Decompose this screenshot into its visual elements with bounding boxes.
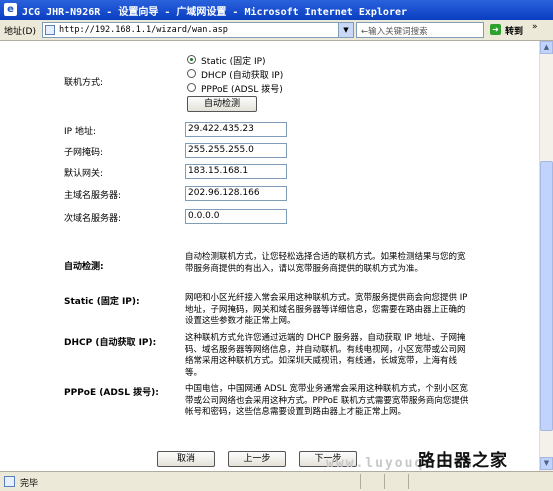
primary-dns-label: 主域名服务器: (64, 191, 122, 201)
title-bar: e JCG JHR-N926R - 设置向导 - 广域网设置 - Microso… (0, 0, 553, 20)
go-arrow-icon: ➜ (490, 24, 501, 35)
status-divider (384, 474, 385, 489)
page-done-icon (4, 476, 15, 487)
vertical-scrollbar[interactable]: ▲ ▼ (539, 41, 553, 471)
page-content: 联机方式: Static (固定 IP) DHCP (自动获取 IP) PPPo… (0, 41, 539, 471)
address-dropdown-icon[interactable]: ▼ (338, 23, 353, 37)
ip-address-label: IP 地址: (64, 127, 96, 137)
links-chevron-button[interactable]: » (532, 22, 550, 38)
help-title-pppoe: PPPoE (ADSL 拨号): (64, 388, 159, 398)
help-title-auto-detect: 自动检测: (64, 262, 104, 272)
page-icon (45, 25, 55, 35)
watermark-logo: 路由器之家 (418, 451, 508, 471)
ip-address-field[interactable]: 29.422.435.23 (185, 122, 287, 137)
subnet-mask-field[interactable]: 255.255.255.0 (185, 143, 287, 158)
search-input[interactable]: ←输入关键词搜索 (356, 22, 484, 38)
go-label: 转到 (505, 27, 524, 37)
ie-icon: e (4, 3, 17, 16)
default-gateway-label: 默认网关: (64, 169, 104, 179)
radio-dhcp-label: DHCP (自动获取 IP) (201, 71, 284, 81)
address-toolbar: 地址(D) http://192.168.1.1/wizard/wan.asp … (0, 20, 553, 41)
status-text: 完毕 (20, 479, 39, 489)
back-button[interactable]: 上一步 (228, 451, 286, 467)
auto-detect-button[interactable]: 自动检测 (187, 96, 257, 112)
secondary-dns-label: 次域名服务器: (64, 214, 122, 224)
scroll-down-icon[interactable]: ▼ (540, 457, 553, 470)
go-button[interactable]: ➜ 转到 (488, 22, 528, 38)
help-title-dhcp: DHCP (自动获取 IP): (64, 338, 157, 348)
radio-dhcp[interactable] (187, 69, 196, 78)
status-divider (360, 474, 361, 489)
address-label: 地址(D) (4, 27, 36, 37)
radio-static-label: Static (固定 IP) (201, 57, 266, 67)
search-placeholder: ←输入关键词搜索 (361, 27, 428, 37)
cancel-button[interactable]: 取消 (157, 451, 215, 467)
default-gateway-field[interactable]: 183.15.168.1 (185, 164, 287, 179)
scroll-up-icon[interactable]: ▲ (540, 41, 553, 54)
connection-method-label: 联机方式: (64, 78, 104, 88)
radio-pppoe[interactable] (187, 83, 196, 92)
help-text-static: 网吧和小区光纤接入常会采用这种联机方式。宽带服务提供商会向您提供 IP 地址，子… (185, 293, 468, 326)
status-divider (408, 474, 409, 489)
secondary-dns-field[interactable]: 0.0.0.0 (185, 209, 287, 224)
help-text-auto-detect: 自动检测联机方式，让您轻松选择合适的联机方式。如果检测结果与您的宽带服务商提供的… (185, 252, 466, 274)
status-bar: 完毕 (0, 471, 553, 491)
help-title-static: Static (固定 IP): (64, 297, 140, 307)
help-text-pppoe: 中国电信，中国网通 ADSL 宽带业务通常会采用这种联机方式，个别小区宽带或公司… (185, 384, 469, 417)
radio-static[interactable] (187, 55, 196, 64)
address-url: http://192.168.1.1/wizard/wan.asp (59, 25, 228, 35)
window-title: JCG JHR-N926R - 设置向导 - 广域网设置 - Microsoft… (22, 7, 408, 18)
primary-dns-field[interactable]: 202.96.128.166 (185, 186, 287, 201)
help-text-dhcp: 这种联机方式允许您通过远端的 DHCP 服务器，自动获取 IP 地址、子网掩码、… (185, 333, 466, 378)
scrollbar-thumb[interactable] (540, 161, 553, 431)
subnet-mask-label: 子网掩码: (64, 148, 104, 158)
address-input[interactable]: http://192.168.1.1/wizard/wan.asp ▼ (42, 22, 354, 38)
radio-pppoe-label: PPPoE (ADSL 拨号) (201, 85, 283, 95)
